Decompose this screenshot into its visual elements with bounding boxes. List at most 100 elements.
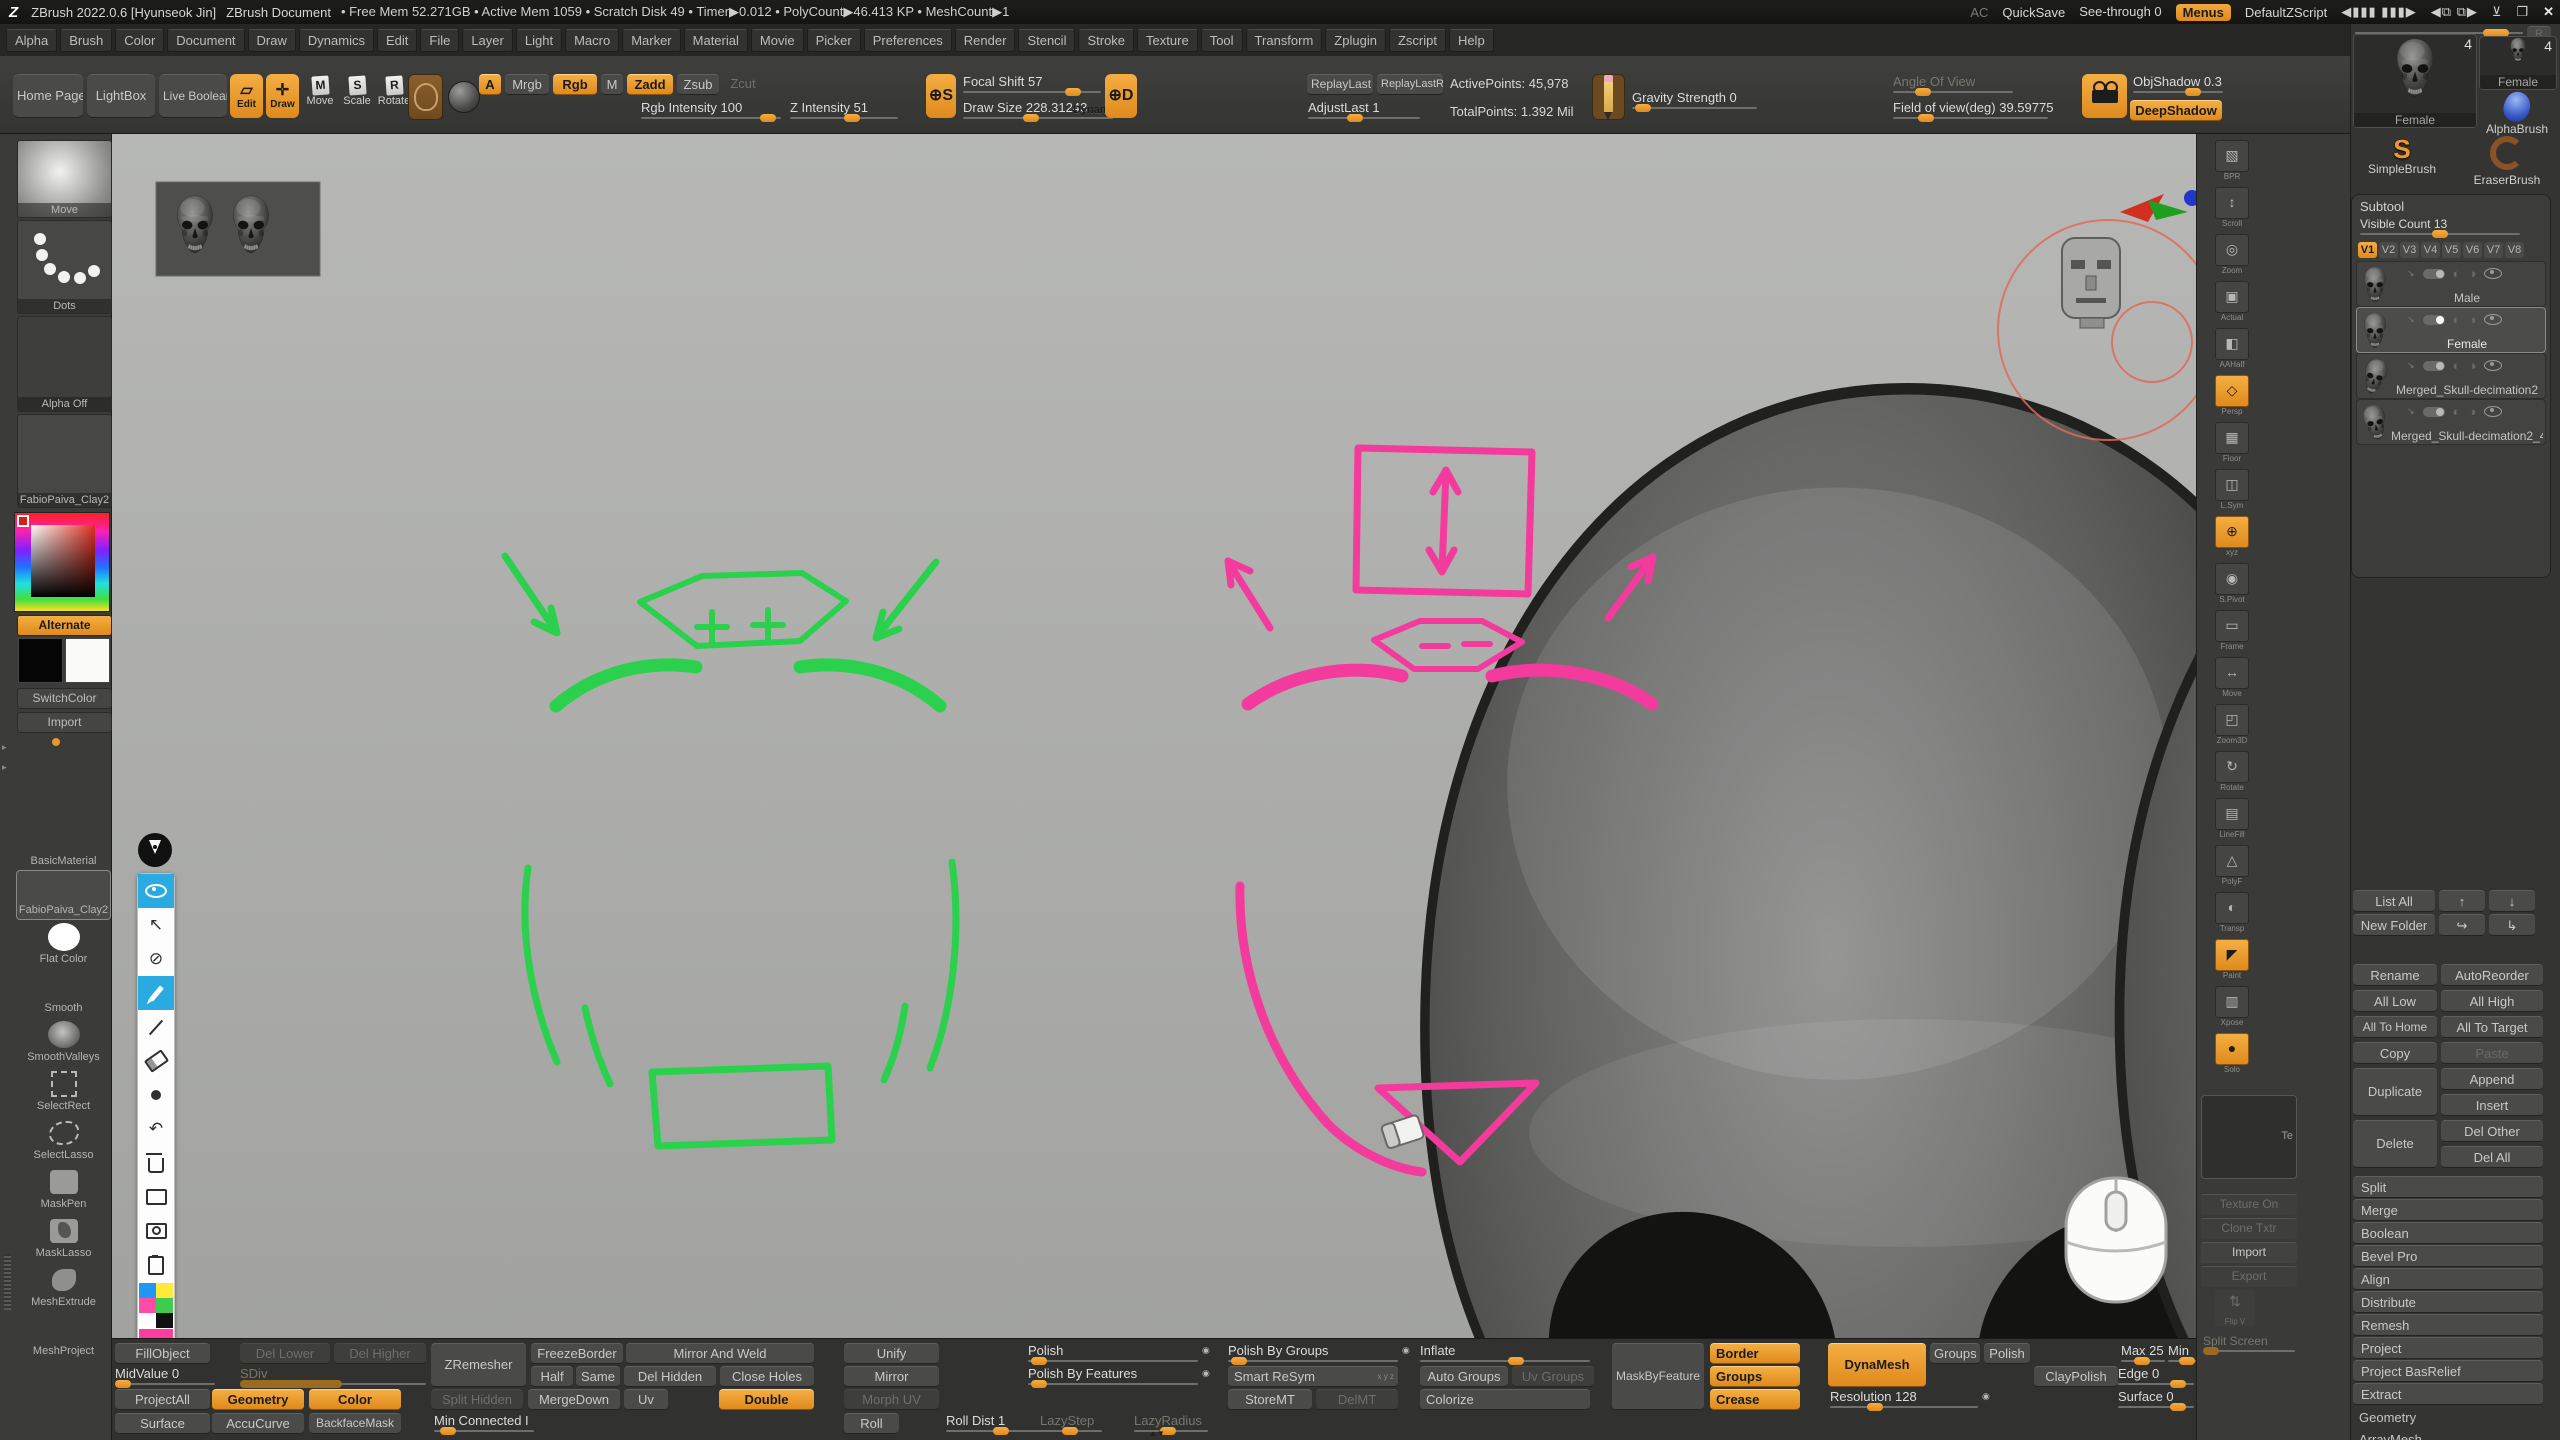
brush-size-button[interactable]	[138, 1078, 174, 1112]
angle-of-view-slider[interactable]: Angle Of View	[1893, 74, 2013, 94]
backface-mask-button[interactable]: BackfaceMask	[309, 1413, 401, 1434]
unify-button[interactable]: Unify	[844, 1343, 939, 1364]
del-lower-button[interactable]: Del Lower	[240, 1343, 330, 1364]
gravity-strength-slider[interactable]: Gravity Strength 0	[1632, 90, 1757, 110]
a-button[interactable]: A	[479, 74, 501, 95]
import-texture-button[interactable]: Import	[2201, 1242, 2297, 1263]
current-material-ball[interactable]	[448, 81, 480, 113]
cursor-tool-button[interactable]: ↖	[138, 908, 174, 942]
eye-icon[interactable]	[2484, 268, 2502, 279]
shelf-toggle-button[interactable]: ◫ L.Sym	[2209, 469, 2255, 516]
smart-resym-button[interactable]: Smart ReSymx y z	[1228, 1366, 1398, 1387]
redo-move-button[interactable]: ↪	[2439, 914, 2485, 936]
dock-left-right-icons[interactable]: ◀▮▮▮ ▮▮▮▶	[2341, 4, 2417, 20]
merge-down-button[interactable]: MergeDown	[528, 1389, 620, 1410]
tool-mesh-extrude[interactable]: MeshExtrude	[17, 1263, 110, 1311]
delete-button[interactable]: Delete	[2353, 1120, 2437, 1168]
freeze-border-button[interactable]: FreezeBorder	[531, 1343, 623, 1364]
list-all-button[interactable]: List All	[2353, 890, 2435, 912]
material-fabiopaiva-clay[interactable]: FabioPaiva_Clay2	[17, 871, 110, 919]
viewport-canvas[interactable]	[112, 134, 2196, 1338]
secondary-color-swatch[interactable]	[65, 638, 110, 683]
main-color-swatch[interactable]	[18, 638, 63, 683]
shelf-toggle-button[interactable]: ↕ Scroll	[2209, 187, 2255, 234]
move-down-button[interactable]: ↓	[2489, 890, 2535, 912]
import-texture-button[interactable]: Import	[17, 712, 112, 733]
see-through-slider[interactable]: See-through 0	[2079, 4, 2161, 21]
mirror-and-weld-button[interactable]: Mirror And Weld	[626, 1343, 814, 1364]
palette-color-swatch[interactable]	[156, 1298, 173, 1313]
groups-button[interactable]: Groups	[1710, 1366, 1800, 1387]
menu-item[interactable]: Stroke	[1078, 29, 1134, 52]
pen-tool-button[interactable]	[138, 976, 174, 1010]
eye-icon[interactable]	[2484, 406, 2502, 417]
ac-toggle[interactable]: AC	[1970, 5, 1988, 20]
menu-item[interactable]: Transform	[1246, 29, 1323, 52]
tool-mask-pen[interactable]: MaskPen	[17, 1165, 110, 1213]
clay-polish-button[interactable]: ClayPolish	[2034, 1366, 2118, 1387]
menu-item[interactable]: Color	[115, 29, 164, 52]
project-all-button[interactable]: ProjectAll	[115, 1389, 210, 1410]
new-folder-button[interactable]: New Folder	[2353, 914, 2435, 936]
split-screen-slider[interactable]: Split Screen	[2203, 1334, 2295, 1354]
menu-item[interactable]: Light	[516, 29, 562, 52]
tray-toggle-arrow-icon[interactable]: ▸	[2, 762, 7, 773]
alternate-button[interactable]: Alternate	[17, 615, 112, 636]
current-texture-thumb[interactable]: FabioPaiva_Clay2	[17, 414, 112, 508]
zcut-button[interactable]: Zcut	[723, 74, 763, 95]
all-to-target-button[interactable]: All To Target	[2441, 1016, 2543, 1038]
z-intensity-slider[interactable]: Z Intensity 51	[790, 100, 898, 120]
arrange-window-icons[interactable]: ◀⧉ ⧉▶	[2431, 4, 2478, 20]
menu-item[interactable]: Render	[955, 29, 1016, 52]
all-high-button[interactable]: All High	[2441, 990, 2543, 1012]
array-mesh-palette-header[interactable]: ArrayMesh	[2359, 1432, 2422, 1440]
del-mt-button[interactable]: DelMT	[1316, 1389, 1398, 1410]
gear-icon[interactable]: ◉	[1402, 1345, 1410, 1356]
menu-item[interactable]: Draw	[248, 29, 296, 52]
replay-last-rel-button[interactable]: ReplayLastRel	[1377, 74, 1443, 95]
obj-shadow-slider[interactable]: ObjShadow 0.3	[2133, 74, 2223, 94]
move-button[interactable]: MMove	[303, 74, 337, 118]
tray-toggle-arrow-icon[interactable]: ▸	[2, 742, 7, 753]
double-button[interactable]: Double	[719, 1389, 814, 1410]
menu-item[interactable]: Macro	[565, 29, 619, 52]
subtool-op-button[interactable]: Project BasRelief	[2353, 1360, 2543, 1382]
menu-item[interactable]: Dynamics	[299, 29, 374, 52]
shelf-toggle-button[interactable]: ↻ Rotate	[2209, 751, 2255, 798]
color-sv-square[interactable]	[31, 525, 95, 597]
subtool-item-merged-skull-4[interactable]: ↘◐◑ Merged_Skull-decimation2_4	[2356, 399, 2546, 445]
menu-item[interactable]: Tool	[1201, 29, 1243, 52]
active-tool-thumbnail[interactable]: 4Female	[2353, 34, 2477, 128]
material-basic[interactable]: BasicMaterial	[17, 822, 110, 870]
zadd-button[interactable]: Zadd	[627, 74, 673, 95]
uv-groups-button[interactable]: Uv Groups	[1512, 1366, 1594, 1387]
shelf-toggle-button[interactable]: ◰ Zoom3D	[2209, 704, 2255, 751]
tray-resize-handle[interactable]: ▲▼	[1087, 1429, 1227, 1438]
subtool-op-button[interactable]: Remesh	[2353, 1314, 2543, 1336]
minimize-button[interactable]: ⊻	[2492, 4, 2503, 20]
quicksave-button[interactable]: QuickSave	[2002, 5, 2065, 20]
min-connected-slider[interactable]: Min Connected I	[434, 1413, 534, 1433]
home-page-button[interactable]: Home Page	[13, 74, 83, 118]
rgb-button[interactable]: Rgb	[553, 74, 597, 95]
all-low-button[interactable]: All Low	[2353, 990, 2437, 1012]
current-brush-swatch[interactable]	[408, 74, 443, 120]
subtool-title[interactable]: Subtool	[2360, 199, 2404, 214]
subtool-item-female[interactable]: ↘◐◑ Female	[2356, 307, 2546, 353]
undo-button[interactable]: ↶	[138, 1112, 174, 1146]
menu-item[interactable]: Marker	[622, 29, 680, 52]
gravity-pencil-icon[interactable]	[1592, 74, 1625, 120]
morph-uv-button[interactable]: Morph UV	[844, 1389, 939, 1410]
auto-groups-button[interactable]: Auto Groups	[1420, 1366, 1508, 1387]
restore-button[interactable]: ❐	[2516, 4, 2529, 20]
alpha-brush-item[interactable]: AlphaBrush	[2479, 92, 2555, 136]
show-hide-eye-button[interactable]	[138, 874, 174, 908]
current-alpha-thumb[interactable]: Alpha Off	[17, 316, 112, 412]
auto-hide-timer-button[interactable]: ⊘	[138, 942, 174, 976]
inflate-slider[interactable]: Inflate	[1420, 1343, 1590, 1363]
tool-mesh-project[interactable]: MeshProject	[17, 1312, 110, 1360]
shelf-toggle-button[interactable]: ▧ BPR	[2209, 140, 2255, 187]
eye-icon[interactable]	[2484, 314, 2502, 325]
mrgb-button[interactable]: Mrgb	[505, 74, 549, 95]
polish-by-features-slider[interactable]: Polish By Features	[1028, 1366, 1198, 1386]
